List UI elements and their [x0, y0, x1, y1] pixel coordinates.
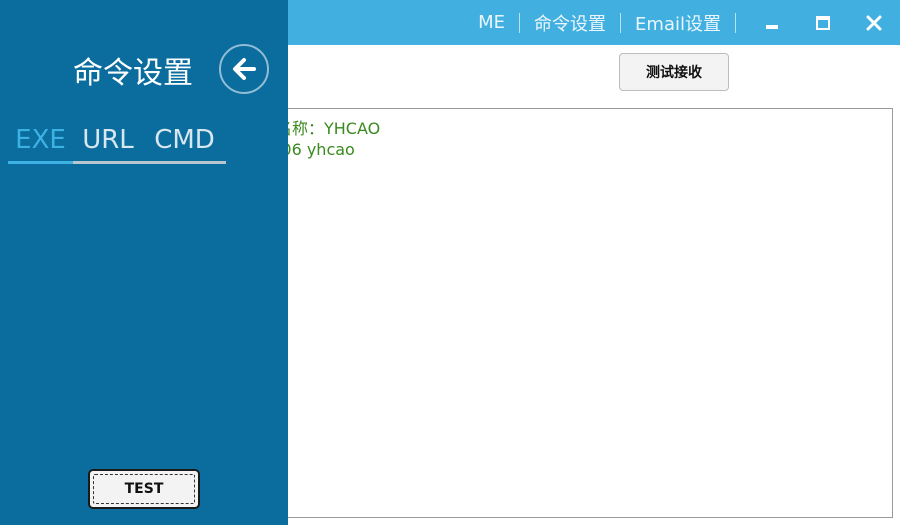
back-button[interactable]	[219, 44, 269, 94]
title-links: ME 命令设置 Email设置	[478, 0, 750, 45]
title-separator	[620, 12, 622, 33]
title-separator	[735, 12, 736, 33]
panel-title: 命令设置	[73, 56, 193, 91]
panel-tabs: EXE URL CMD	[8, 118, 226, 164]
tab-url[interactable]: URL	[73, 118, 143, 162]
focus-outline	[93, 474, 195, 504]
maximize-icon	[816, 15, 830, 30]
tab-cmd[interactable]: CMD	[143, 118, 226, 162]
output-log[interactable]: 名称：YHCAO :06 yhcao	[225, 108, 893, 518]
title-link-command-settings[interactable]: 命令设置	[534, 10, 606, 36]
close-button[interactable]	[857, 0, 891, 45]
test-button[interactable]: TEST	[88, 469, 200, 509]
tabs-underline	[73, 161, 226, 164]
close-icon	[866, 15, 882, 30]
title-link-me[interactable]: ME	[478, 12, 505, 33]
minimize-button[interactable]	[755, 0, 789, 45]
minimize-icon	[766, 24, 778, 29]
command-settings-panel: 命令设置 EXE URL CMD TEST	[0, 0, 288, 525]
arrow-left-icon	[233, 58, 256, 80]
output-line: 名称：YHCAO	[276, 119, 381, 138]
maximize-button[interactable]	[806, 0, 840, 45]
title-link-email-settings[interactable]: Email设置	[635, 10, 721, 36]
tab-exe[interactable]: EXE	[8, 118, 73, 162]
test-receive-button[interactable]: 测试接收	[619, 53, 729, 91]
active-tab-indicator	[8, 161, 73, 164]
title-separator	[519, 12, 521, 33]
